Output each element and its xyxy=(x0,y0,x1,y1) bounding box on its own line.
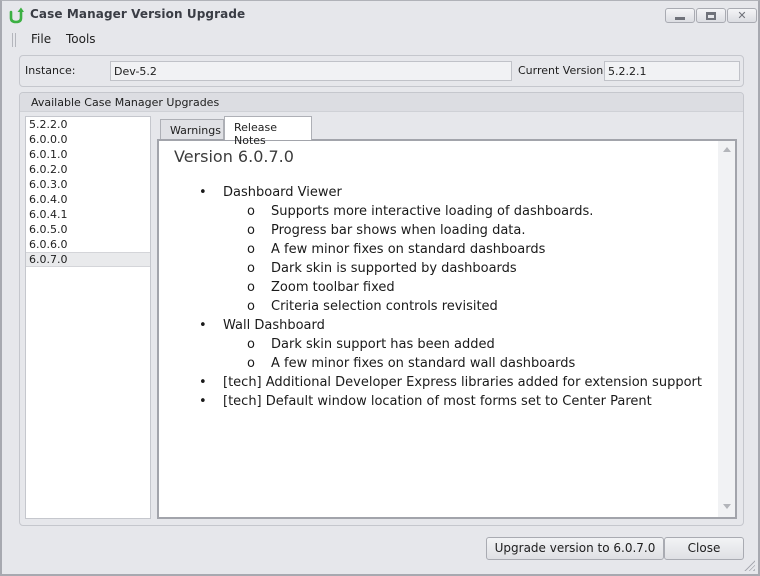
close-icon: ✕ xyxy=(737,9,747,22)
release-note-item: o A few minor fixes on standard dashboard… xyxy=(159,242,719,261)
version-list-item[interactable]: 6.0.5.0 xyxy=(26,222,150,237)
release-note-item: o Dark skin support has been added xyxy=(159,337,719,356)
sub-bullet-icon: o xyxy=(247,261,255,276)
minimize-icon xyxy=(675,17,685,20)
current-version-field[interactable]: 5.2.2.1 xyxy=(604,61,740,81)
release-note-item: o Criteria selection controls revisited xyxy=(159,299,719,318)
release-note-item: • Dashboard Viewer xyxy=(159,185,719,204)
version-list-item[interactable]: 6.0.0.0 xyxy=(26,132,150,147)
sub-bullet-icon: o xyxy=(247,204,255,219)
tab-release-notes[interactable]: Release Notes xyxy=(224,116,312,147)
bullet-icon: • xyxy=(199,394,207,409)
current-version-label: Current Version: xyxy=(518,64,607,77)
menu-grip-icon[interactable] xyxy=(12,33,16,47)
instance-panel: Instance: Dev-5.2 Current Version: 5.2.2… xyxy=(19,55,744,87)
upgrade-version-button[interactable]: Upgrade version to 6.0.7.0 xyxy=(486,537,664,560)
release-note-text: Criteria selection controls revisited xyxy=(271,299,498,314)
release-note-text: Supports more interactive loading of das… xyxy=(271,204,594,219)
release-note-text: Progress bar shows when loading data. xyxy=(271,223,526,238)
version-list-item[interactable]: 6.0.6.0 xyxy=(26,237,150,252)
tab-warnings[interactable]: Warnings xyxy=(160,119,224,140)
release-note-item: • [tech] Additional Developer Express lib… xyxy=(159,375,719,394)
menu-file[interactable]: File xyxy=(29,32,53,46)
bullet-icon: • xyxy=(199,318,207,333)
vertical-scrollbar[interactable] xyxy=(718,141,735,517)
upgrades-group-title: Available Case Manager Upgrades xyxy=(31,96,220,109)
bullet-icon: • xyxy=(199,185,207,200)
version-list-item[interactable]: 6.0.2.0 xyxy=(26,162,150,177)
release-note-text: [tech] Additional Developer Express libr… xyxy=(223,375,702,390)
sub-bullet-icon: o xyxy=(247,337,255,352)
release-note-item: o Zoom toolbar fixed xyxy=(159,280,719,299)
release-note-text: [tech] Default window location of most f… xyxy=(223,394,652,409)
version-list-item-selected[interactable]: 6.0.7.0 xyxy=(26,252,150,267)
release-note-item: o A few minor fixes on standard wall dash… xyxy=(159,356,719,375)
sub-bullet-icon: o xyxy=(247,242,255,257)
maximize-icon xyxy=(706,11,716,20)
release-notes-content: Version 6.0.7.0 • Dashboard Viewer o Suppor… xyxy=(159,141,719,517)
menu-tools[interactable]: Tools xyxy=(64,32,98,46)
bullet-icon: • xyxy=(199,375,207,390)
version-list-item[interactable]: 6.0.3.0 xyxy=(26,177,150,192)
release-note-text: Wall Dashboard xyxy=(223,318,325,333)
upgrades-group-header: Available Case Manager Upgrades xyxy=(20,93,743,112)
window-title: Case Manager Version Upgrade xyxy=(30,7,246,21)
upgrades-group: Available Case Manager Upgrades 5.2.2.0 … xyxy=(19,92,744,526)
release-note-item: • Wall Dashboard xyxy=(159,318,719,337)
sub-bullet-icon: o xyxy=(247,280,255,295)
version-list-item[interactable]: 6.0.1.0 xyxy=(26,147,150,162)
release-notes-title: Version 6.0.7.0 xyxy=(174,147,294,166)
instance-label: Instance: xyxy=(25,64,76,77)
menu-bar: File Tools xyxy=(2,29,758,51)
maximize-button[interactable] xyxy=(696,8,726,23)
release-notes-panel: Version 6.0.7.0 • Dashboard Viewer o Suppor… xyxy=(157,139,737,519)
instance-field[interactable]: Dev-5.2 xyxy=(110,61,512,81)
close-button[interactable]: Close xyxy=(664,537,744,560)
release-note-text: Dashboard Viewer xyxy=(223,185,342,200)
version-list-item[interactable]: 6.0.4.1 xyxy=(26,207,150,222)
version-list-item[interactable]: 5.2.2.0 xyxy=(26,117,150,132)
release-note-text: Dark skin is supported by dashboards xyxy=(271,261,517,276)
title-bar[interactable]: Case Manager Version Upgrade ✕ xyxy=(2,1,758,29)
version-list-item[interactable]: 6.0.4.0 xyxy=(26,192,150,207)
scroll-up-arrow-icon[interactable] xyxy=(723,147,731,152)
release-note-text: A few minor fixes on standard dashboards xyxy=(271,242,546,257)
release-note-text: Dark skin support has been added xyxy=(271,337,495,352)
release-note-text: Zoom toolbar fixed xyxy=(271,280,395,295)
minimize-button[interactable] xyxy=(665,8,695,23)
resize-grip-icon[interactable] xyxy=(744,560,755,571)
release-note-item: o Dark skin is supported by dashboards xyxy=(159,261,719,280)
release-note-item: • [tech] Default window location of most … xyxy=(159,394,719,413)
upgrade-window: Case Manager Version Upgrade ✕ File Tool… xyxy=(0,0,760,576)
sub-bullet-icon: o xyxy=(247,223,255,238)
release-note-text: A few minor fixes on standard wall dashb… xyxy=(271,356,576,371)
sub-bullet-icon: o xyxy=(247,356,255,371)
release-note-item: o Supports more interactive loading of da… xyxy=(159,204,719,223)
sub-bullet-icon: o xyxy=(247,299,255,314)
version-list[interactable]: 5.2.2.0 6.0.0.0 6.0.1.0 6.0.2.0 6.0.3.0 … xyxy=(25,116,151,519)
upgrade-arrow-icon xyxy=(9,7,24,24)
close-window-button[interactable]: ✕ xyxy=(727,8,757,23)
release-note-item: o Progress bar shows when loading data. xyxy=(159,223,719,242)
scroll-down-arrow-icon[interactable] xyxy=(723,504,731,509)
